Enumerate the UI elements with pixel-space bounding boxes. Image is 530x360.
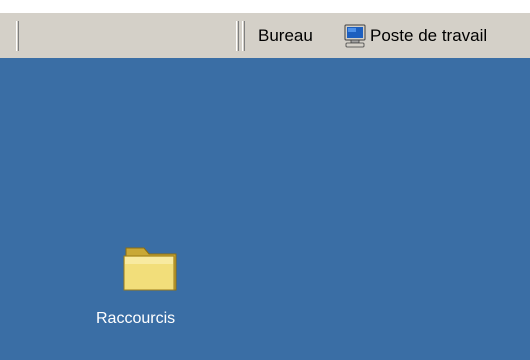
- desktop-icon-raccourcis[interactable]: Raccourcis: [96, 238, 200, 328]
- toolbar-grip-handle[interactable]: [16, 21, 19, 51]
- toolbar-grip-handle[interactable]: [242, 21, 245, 51]
- desktop-icon-label: Raccourcis: [96, 310, 176, 327]
- screen: Bureau Poste de travail Raccourcis: [0, 0, 530, 360]
- computer-icon[interactable]: [342, 23, 368, 49]
- taskbar-link-poste-de-travail[interactable]: Poste de travail: [370, 26, 487, 46]
- folder-icon: [123, 247, 177, 291]
- desktop: Raccourcis: [0, 58, 530, 360]
- toolbar-separator: [236, 21, 239, 51]
- taskbar-link-bureau[interactable]: Bureau: [258, 26, 313, 46]
- taskbar: Bureau Poste de travail: [0, 12, 530, 58]
